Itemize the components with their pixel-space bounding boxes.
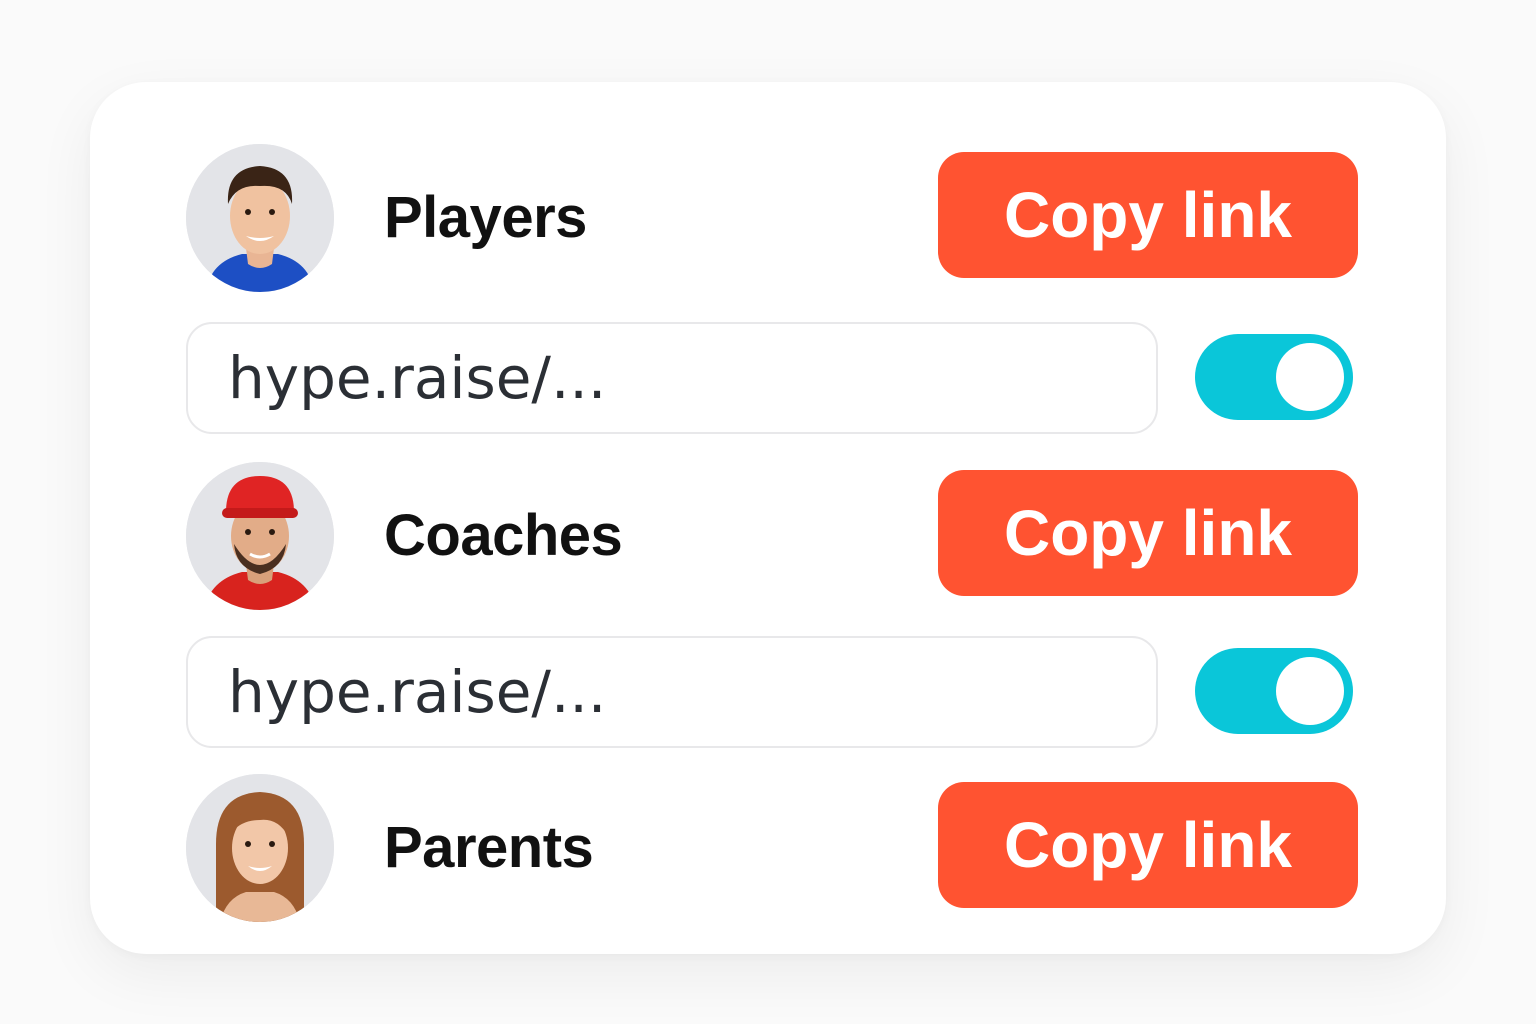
group-label-parents: Parents — [384, 815, 594, 880]
link-field-players[interactable]: hype.raise/... — [186, 322, 1158, 434]
invite-links-card: Players Copy link hype.raise/... Coaches — [90, 82, 1446, 954]
group-row-coaches: Coaches Copy link — [90, 462, 1446, 610]
parent-avatar — [186, 774, 334, 922]
toggle-knob — [1276, 657, 1344, 725]
copy-link-button-coaches[interactable]: Copy link — [938, 470, 1358, 596]
copy-link-button-parents[interactable]: Copy link — [938, 782, 1358, 908]
toggle-knob — [1276, 343, 1344, 411]
coach-avatar-image — [186, 462, 334, 610]
group-label-coaches: Coaches — [384, 503, 623, 568]
link-field-coaches[interactable]: hype.raise/... — [186, 636, 1158, 748]
link-toggle-coaches[interactable] — [1195, 648, 1353, 734]
group-label-players: Players — [384, 185, 587, 250]
player-avatar-image — [186, 144, 334, 292]
parent-avatar-image — [186, 774, 334, 922]
link-row-players: hype.raise/... — [90, 322, 1446, 434]
group-row-parents: Parents Copy link — [90, 774, 1446, 922]
copy-link-button-players[interactable]: Copy link — [938, 152, 1358, 278]
link-row-coaches: hype.raise/... — [90, 636, 1446, 748]
link-toggle-players[interactable] — [1195, 334, 1353, 420]
group-row-players: Players Copy link — [90, 144, 1446, 292]
player-avatar — [186, 144, 334, 292]
coach-avatar — [186, 462, 334, 610]
